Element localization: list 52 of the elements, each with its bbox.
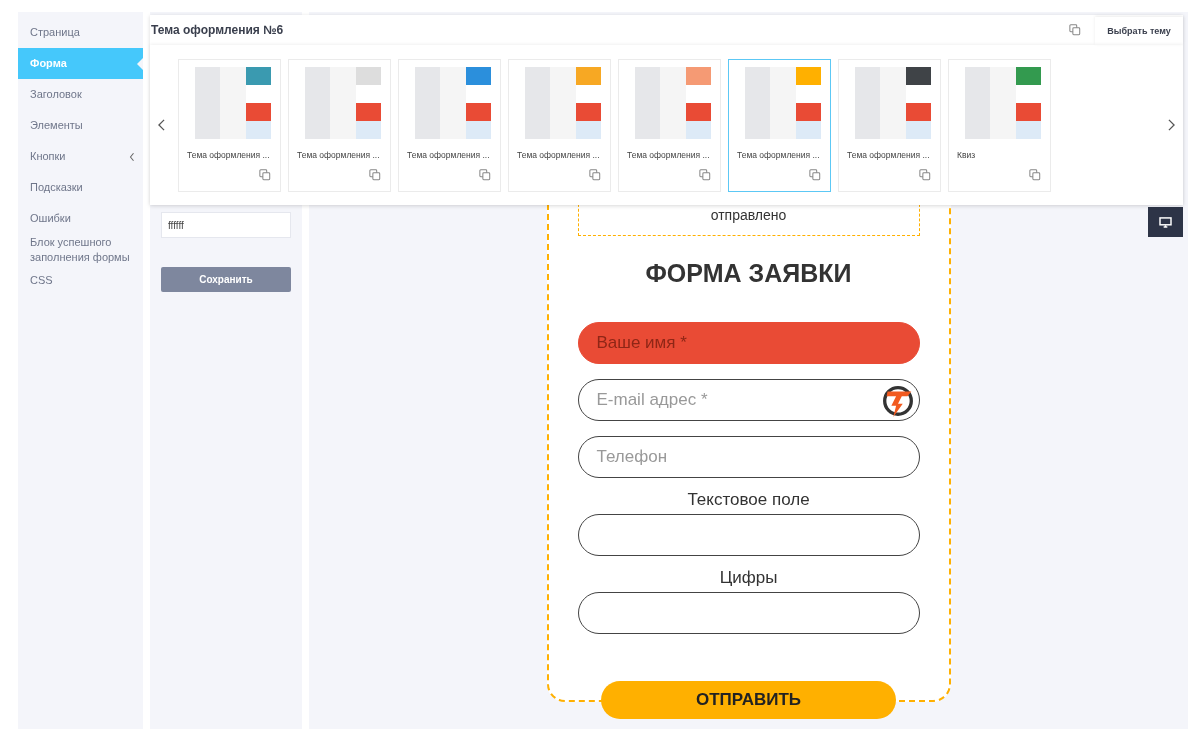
- success-text: отправлено: [710, 207, 787, 223]
- input-field[interactable]: [577, 514, 920, 556]
- sidebar-item[interactable]: Блок успешного заполнения формы: [18, 234, 143, 265]
- copy-icon[interactable]: [1069, 24, 1081, 36]
- theme-card[interactable]: Тема оформления ...: [508, 58, 611, 192]
- copy-icon[interactable]: [369, 168, 381, 181]
- theme-card[interactable]: Тема оформления ...: [618, 58, 721, 192]
- color-input-field[interactable]: ffffff: [161, 212, 291, 238]
- theme-name: Тема оформления ...: [517, 149, 601, 160]
- sidebar-item[interactable]: Ошибки: [18, 203, 143, 234]
- copy-icon[interactable]: [479, 168, 491, 181]
- sidebar-item[interactable]: Кнопки: [18, 141, 143, 172]
- form-title: ФОРМА ЗАЯВКИ: [644, 258, 853, 288]
- theme-card[interactable]: Тема оформления ...: [288, 58, 391, 192]
- input-field[interactable]: Ваше имя *: [577, 322, 920, 364]
- copy-icon[interactable]: [259, 168, 271, 181]
- chevron-left-icon[interactable]: [158, 119, 165, 131]
- theme-title: Тема оформления №6: [151, 23, 285, 37]
- field-label: Цифры: [718, 568, 779, 588]
- input-field[interactable]: E-mail адрес *: [577, 379, 920, 421]
- theme-name: Тема оформления ...: [737, 149, 821, 160]
- theme-card[interactable]: Квиз: [948, 58, 1051, 192]
- theme-name: Тема оформления ...: [297, 149, 381, 160]
- theme-card[interactable]: Тема оформления ...: [838, 58, 941, 192]
- field-label: Текстовое поле: [686, 490, 811, 510]
- copy-icon[interactable]: [919, 168, 931, 181]
- copy-icon[interactable]: [589, 168, 601, 181]
- theme-name: Квиз: [957, 149, 977, 160]
- desktop-view-button[interactable]: [1148, 207, 1183, 237]
- chevron-left-icon: [129, 151, 135, 162]
- input-field[interactable]: Телефон: [577, 436, 920, 478]
- sidebar-item[interactable]: Заголовок: [18, 79, 143, 110]
- theme-card[interactable]: Тема оформления ...: [398, 58, 501, 192]
- sidebar-item[interactable]: Страница: [18, 17, 143, 48]
- theme-name: Тема оформления ...: [187, 149, 271, 160]
- theme-name: Тема оформления ...: [847, 149, 931, 160]
- monitor-icon: [1159, 216, 1172, 228]
- theme-name: Тема оформления ...: [627, 149, 711, 160]
- copy-icon[interactable]: [1029, 168, 1041, 181]
- sidebar-item[interactable]: CSS: [18, 265, 143, 296]
- save-button[interactable]: Сохранить: [161, 267, 291, 292]
- choose-theme-tab[interactable]: Выбрать тему: [1095, 17, 1183, 45]
- submit-button[interactable]: ОТПРАВИТЬ: [601, 681, 896, 719]
- sidebar-item[interactable]: Элементы: [18, 110, 143, 141]
- theme-name: Тема оформления ...: [407, 149, 491, 160]
- theme-card[interactable]: Тема оформления ...: [728, 58, 831, 192]
- theme-card[interactable]: Тема оформления ...: [178, 58, 281, 192]
- sidebar-item[interactable]: Подсказки: [18, 172, 143, 203]
- chevron-right-icon[interactable]: [1168, 119, 1175, 131]
- copy-icon[interactable]: [809, 168, 821, 181]
- input-field[interactable]: [577, 592, 920, 634]
- copy-icon[interactable]: [699, 168, 711, 181]
